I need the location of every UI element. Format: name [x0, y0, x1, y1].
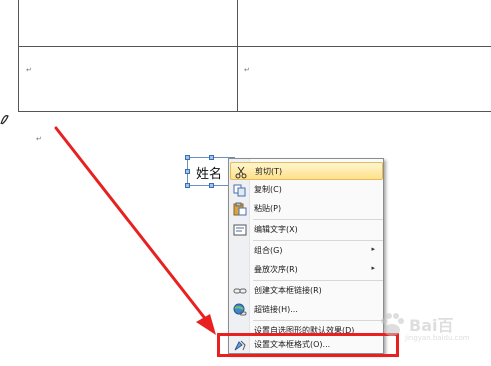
baidu-watermark: Bai百 jingyan.baidu.com: [375, 306, 487, 356]
paw-logo-icon: [381, 313, 404, 336]
annotation-highlight-box: [217, 333, 399, 357]
watermark-url: jingyan.baidu.com: [405, 334, 470, 342]
watermark-text: Bai百: [409, 316, 454, 335]
